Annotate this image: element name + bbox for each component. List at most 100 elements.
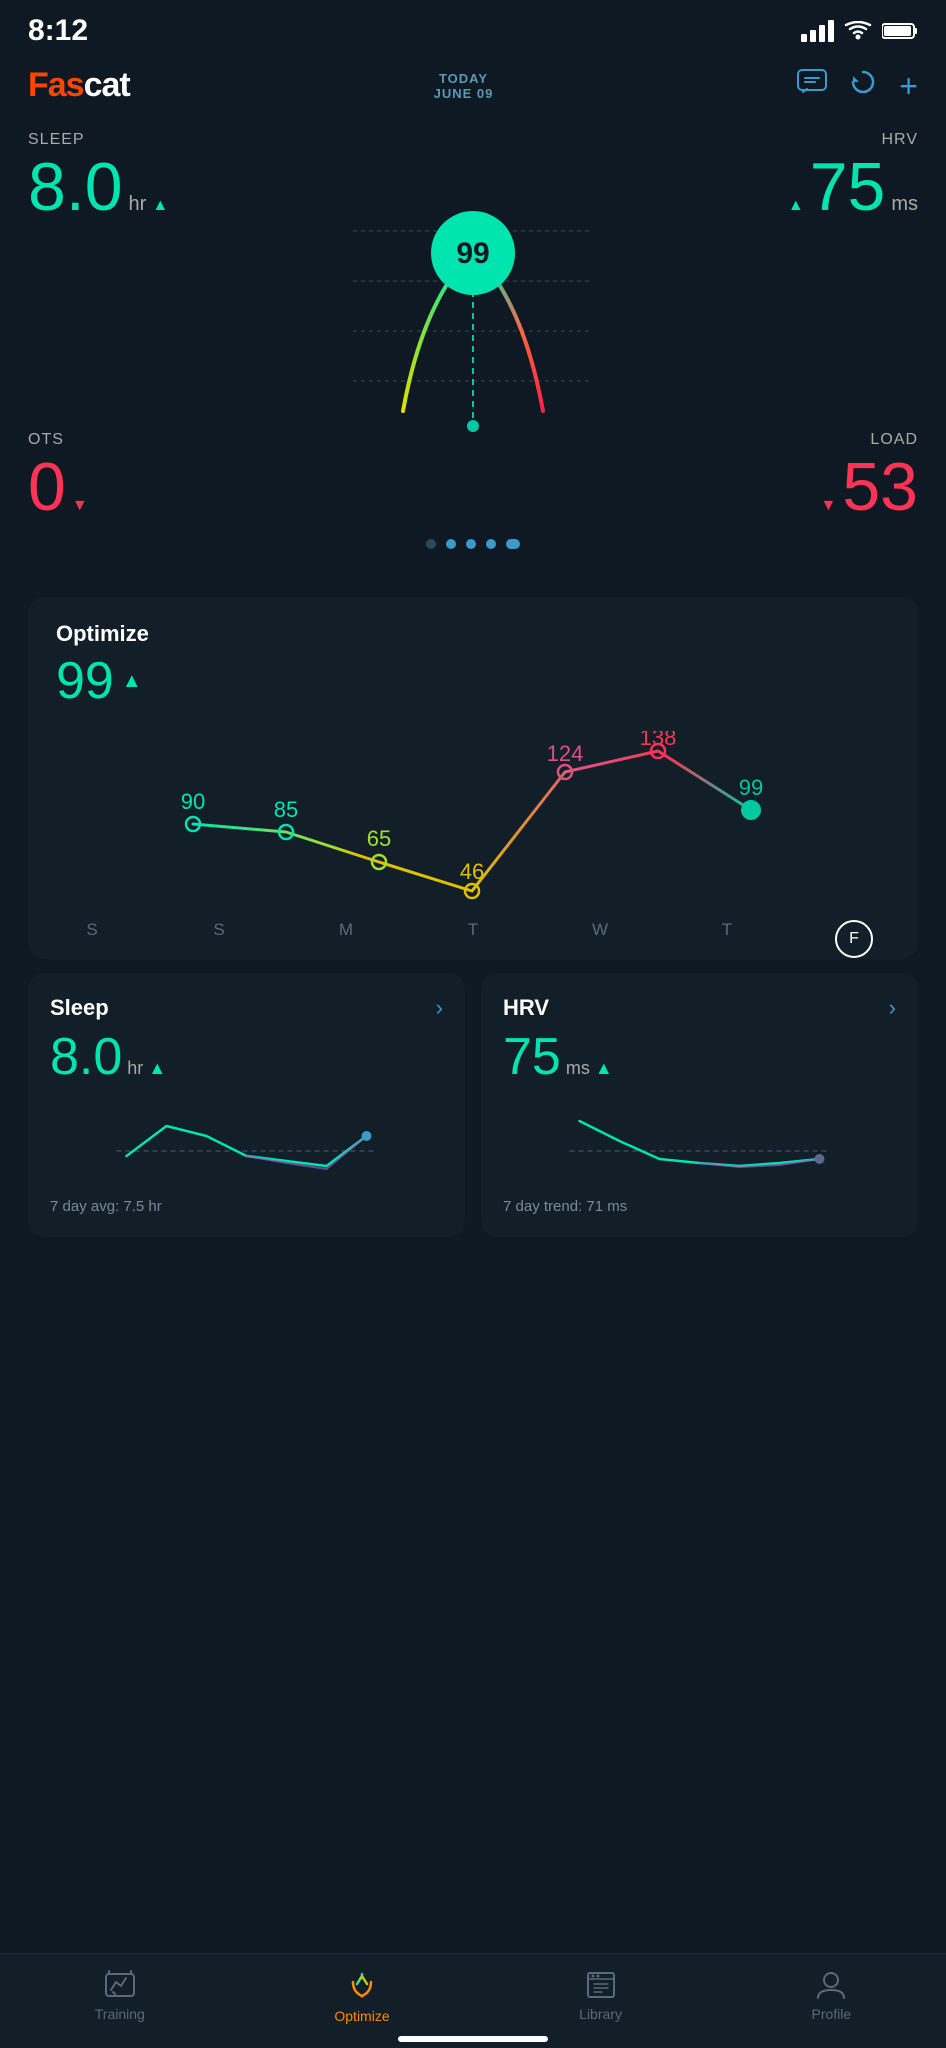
refresh-button[interactable] — [849, 68, 877, 103]
profile-icon — [816, 1970, 846, 2000]
hrv-trend-icon: ▲ — [788, 197, 804, 215]
header-date-section: TODAY JUNE 09 — [434, 71, 494, 101]
library-icon — [586, 1970, 616, 2000]
week-chart: 90 85 65 46 124 138 99 S S M T W T F — [56, 731, 890, 931]
hrv-card-trend: ▲ — [595, 1058, 613, 1079]
sleep-card-trend: ▲ — [148, 1058, 166, 1079]
week-chart-svg: 90 85 65 46 124 138 99 — [56, 731, 890, 911]
dot-5[interactable] — [506, 539, 520, 549]
optimize-score: 99 — [56, 651, 114, 711]
ots-metric: OTS 0 ▼ — [28, 431, 88, 521]
svg-text:124: 124 — [547, 741, 584, 766]
svg-text:99: 99 — [739, 775, 763, 800]
status-time: 8:12 — [28, 14, 88, 48]
nav-training[interactable]: Training — [95, 1970, 145, 2022]
load-label: LOAD — [821, 431, 918, 449]
sleep-label: SLEEP — [28, 131, 168, 149]
optimize-trend-icon: ▲ — [122, 670, 142, 693]
day-labels-row: S S M T W T F — [56, 916, 890, 958]
nav-library[interactable]: Library — [579, 1970, 622, 2022]
optimize-title: Optimize — [56, 621, 890, 647]
ots-label: OTS — [28, 431, 88, 449]
hrv-value: 75 — [810, 153, 886, 221]
hrv-card-value: 75 — [503, 1027, 561, 1087]
day-m: M — [316, 920, 376, 958]
optimize-icon — [345, 1968, 379, 2002]
optimize-card: Optimize 99 ▲ — [28, 597, 918, 959]
svg-text:99: 99 — [456, 237, 489, 270]
battery-icon — [882, 21, 918, 41]
nav-training-label: Training — [95, 2006, 145, 2022]
sleep-metric: SLEEP 8.0 hr ▲ — [28, 131, 168, 221]
sleep-trend-icon: ▲ — [152, 197, 168, 215]
sleep-card-value: 8.0 — [50, 1027, 122, 1087]
hrv-card-value-row: 75 ms ▲ — [503, 1027, 896, 1087]
dot-3[interactable] — [466, 539, 476, 549]
arc-svg: 99 — [303, 201, 643, 481]
sleep-mini-chart — [50, 1101, 443, 1181]
sleep-value: 8.0 — [28, 153, 123, 221]
page-dots — [28, 539, 918, 563]
header: Fascat TODAY JUNE 09 + — [0, 56, 946, 119]
training-icon — [104, 1970, 136, 2000]
today-label: TODAY — [434, 71, 494, 86]
nav-profile-label: Profile — [812, 2006, 852, 2022]
svg-text:85: 85 — [274, 797, 298, 822]
day-w: W — [570, 920, 630, 958]
day-f-circle: F — [824, 920, 884, 958]
nav-library-label: Library — [579, 2006, 622, 2022]
signal-icon — [801, 20, 834, 42]
sleep-card-footer: 7 day avg: 7.5 hr — [50, 1198, 443, 1215]
hrv-card: HRV › 75 ms ▲ 7 day trend: 71 ms — [481, 973, 918, 1237]
sleep-card-unit: hr — [127, 1058, 143, 1079]
dot-4[interactable] — [486, 539, 496, 549]
status-bar: 8:12 — [0, 0, 946, 56]
day-s2: S — [189, 920, 249, 958]
message-button[interactable] — [797, 69, 827, 102]
add-button[interactable]: + — [899, 70, 918, 102]
svg-text:90: 90 — [181, 789, 205, 814]
optimize-score-row: 99 ▲ — [56, 651, 890, 711]
nav-optimize-label: Optimize — [334, 2008, 389, 2024]
hrv-card-title: HRV — [503, 995, 549, 1021]
sleep-unit: hr — [129, 193, 147, 216]
day-t1: T — [443, 920, 503, 958]
logo: Fascat — [28, 66, 130, 105]
status-icons — [801, 20, 918, 42]
svg-text:65: 65 — [367, 826, 391, 851]
hrv-metric: HRV ▲ 75 ms — [788, 131, 918, 221]
hrv-value-row: ▲ 75 ms — [788, 153, 918, 221]
hrv-mini-chart — [503, 1101, 896, 1181]
day-s1: S — [62, 920, 122, 958]
sleep-value-row: 8.0 hr ▲ — [28, 153, 168, 221]
hrv-label: HRV — [788, 131, 918, 149]
ots-value-row: 0 ▼ — [28, 453, 88, 521]
hrv-card-arrow[interactable]: › — [889, 995, 896, 1021]
ots-trend-icon: ▼ — [72, 497, 88, 515]
header-actions: + — [797, 68, 918, 103]
ots-value: 0 — [28, 453, 66, 521]
sleep-card-title: Sleep — [50, 995, 109, 1021]
load-trend-icon: ▼ — [821, 497, 837, 515]
sleep-card-value-row: 8.0 hr ▲ — [50, 1027, 443, 1087]
sleep-card-header: Sleep › — [50, 995, 443, 1021]
load-value: 53 — [842, 453, 918, 521]
sleep-card-arrow[interactable]: › — [436, 995, 443, 1021]
date-label: JUNE 09 — [434, 86, 494, 101]
svg-text:138: 138 — [640, 731, 677, 750]
day-t2: T — [697, 920, 757, 958]
nav-profile[interactable]: Profile — [812, 1970, 852, 2022]
sleep-card: Sleep › 8.0 hr ▲ 7 day avg: 7.5 hr — [28, 973, 465, 1237]
hrv-card-unit: ms — [566, 1058, 590, 1079]
svg-text:46: 46 — [460, 859, 484, 884]
hrv-card-header: HRV › — [503, 995, 896, 1021]
cards-row: Sleep › 8.0 hr ▲ 7 day avg: 7.5 hr HRV ›… — [28, 973, 918, 1237]
logo-fas: Fas — [28, 66, 84, 104]
wifi-icon — [844, 21, 872, 41]
dot-1[interactable] — [426, 539, 436, 549]
home-indicator — [398, 2028, 548, 2042]
metrics-section: SLEEP 8.0 hr ▲ HRV ▲ 75 ms — [0, 119, 946, 583]
hrv-card-footer: 7 day trend: 71 ms — [503, 1198, 896, 1215]
nav-optimize[interactable]: Optimize — [334, 1968, 389, 2024]
dot-2[interactable] — [446, 539, 456, 549]
